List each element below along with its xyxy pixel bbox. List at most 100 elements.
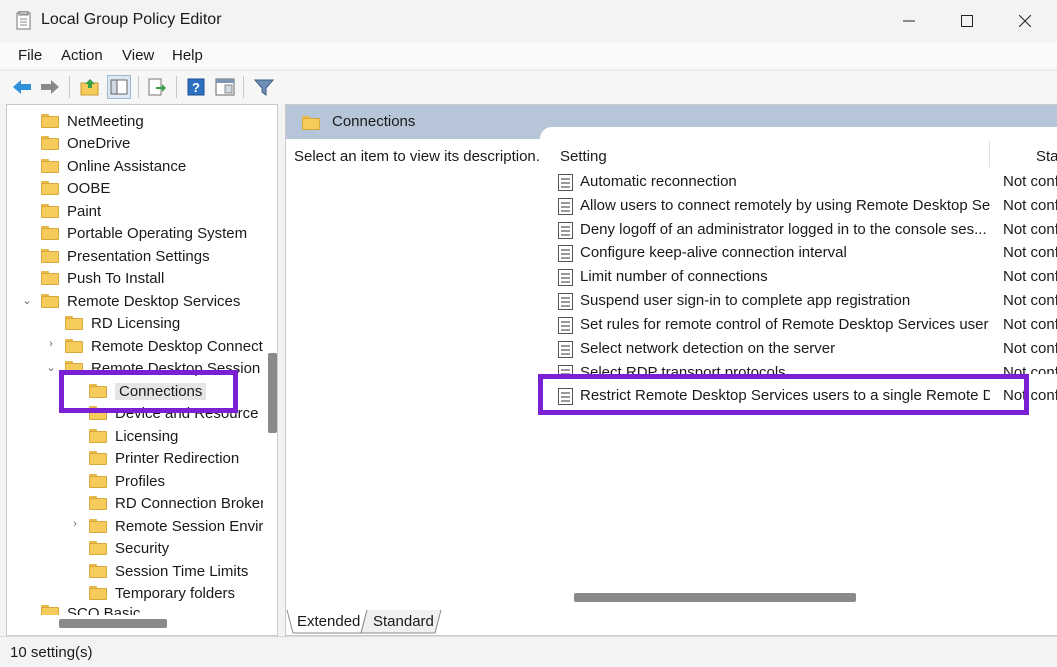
tree-item[interactable]: Licensing [89,425,178,447]
tree-item-label: Online Assistance [67,157,187,175]
toolbar-separator [69,76,70,98]
tree-item-label: Remote Desktop Services [67,292,241,310]
policy-setting-icon [558,245,573,262]
policy-row[interactable]: Select network detection on the server No… [556,338,1057,360]
tree-item[interactable]: RD Connection Broker [89,492,265,514]
policy-setting-name: Allow users to connect remotely by using… [580,197,990,214]
tree-item[interactable]: Portable Operating System [41,222,247,244]
folder-icon [89,541,107,555]
menu-help[interactable]: Help [172,47,203,64]
chevron-down-icon[interactable]: ⌄ [45,361,57,374]
description-text: Select an item to view its description. [294,148,540,165]
tree-item[interactable]: Paint [41,200,101,222]
policy-state: Not configured [1003,268,1057,285]
tree-item[interactable]: Remote Desktop Connect [65,335,263,357]
forward-button[interactable] [38,75,62,99]
tree-item[interactable]: NetMeeting [41,110,144,132]
export-list-button[interactable] [145,75,169,99]
tree-item[interactable]: Security [89,537,169,559]
policy-setting-icon [558,174,573,191]
show-hide-tree-button[interactable] [107,75,131,99]
tree-item-remote-desktop-services[interactable]: Remote Desktop Services [41,290,240,312]
tree-horizontal-scroll-thumb[interactable] [59,619,167,628]
policy-row[interactable]: Deny logoff of an administrator logged i… [556,219,1057,241]
filter-icon [254,79,274,96]
policy-row[interactable]: Select RDP transport protocols Not config… [556,362,1057,374]
tree-vertical-scroll-thumb[interactable] [268,353,277,433]
up-one-level-button[interactable] [78,75,102,99]
folder-icon [41,226,59,240]
filter-button[interactable] [252,75,276,99]
policy-row[interactable]: Limit number of connections Not configure… [556,266,1057,288]
back-button[interactable] [10,75,34,99]
folder-icon [89,586,107,600]
tree-item[interactable]: Remote Session Enviro [89,515,272,537]
details-horizontal-scroll-thumb[interactable] [574,593,856,602]
minimize-button[interactable] [880,0,938,42]
policy-row[interactable]: Suspend user sign-in to complete app reg… [556,290,1057,312]
toolbar-separator [176,76,177,98]
status-text: 10 setting(s) [10,644,93,661]
maximize-icon [961,15,973,27]
view-tabs: Extended Standard [285,610,1057,634]
tree-item[interactable]: RD Licensing [65,312,180,334]
help-icon: ? [187,78,205,96]
tree-item[interactable]: Session Time Limits [89,560,248,582]
tree-item[interactable]: OneDrive [41,132,130,154]
chevron-down-icon[interactable]: ⌄ [21,294,33,307]
policy-row[interactable]: Automatic reconnection Not configured [556,171,1057,193]
tree-item-label: RD Licensing [91,314,181,332]
show-hide-tree-icon [110,79,128,95]
menu-view[interactable]: View [122,47,154,64]
policy-state: Not configured [1003,244,1057,261]
chevron-right-icon[interactable]: › [45,338,57,350]
policy-setting-icon [558,222,573,239]
column-header-setting[interactable]: Setting [560,148,607,165]
close-icon [1019,15,1031,27]
tree-item[interactable]: Presentation Settings [41,245,210,267]
folder-icon [41,204,59,218]
toolbar: ? [0,70,1057,103]
folder-icon [65,316,83,330]
details-header-title: Connections [332,113,416,130]
folder-icon [89,429,107,443]
tree-item[interactable]: Profiles [89,470,165,492]
policy-row[interactable]: Set rules for remote control of Remote D… [556,314,1057,336]
tree-item[interactable]: Temporary folders [89,582,235,604]
tree-item-label: Remote Desktop Connect [91,337,263,355]
tree-item-label: Session Time Limits [115,562,249,580]
back-arrow-icon [13,80,31,94]
tree-item[interactable]: Printer Redirection [89,447,239,469]
tree-item[interactable]: Online Assistance [41,155,186,177]
tree-item-label: Temporary folders [115,584,236,602]
folder-icon [65,339,83,353]
policy-state: Not configured [1003,197,1057,214]
maximize-button[interactable] [938,0,996,42]
tab-standard[interactable]: Standard [373,610,434,633]
forward-arrow-icon [41,80,59,94]
menu-action[interactable]: Action [61,47,103,64]
folder-icon [89,519,107,533]
policy-editor-app-icon [16,11,31,30]
menu-file[interactable]: File [18,47,42,64]
tab-extended[interactable]: Extended [297,610,360,633]
policy-row[interactable]: Allow users to connect remotely by using… [556,195,1057,217]
column-divider[interactable] [989,141,990,167]
help-button[interactable]: ? [184,75,208,99]
policy-setting-name: Suspend user sign-in to complete app reg… [580,292,911,309]
tree-item-label: Remote Session Enviro [115,517,272,535]
column-header-state[interactable]: State [1036,148,1057,165]
tree-item[interactable]: OOBE [41,177,110,199]
chevron-right-icon[interactable]: › [69,518,81,530]
policy-setting-name: Select RDP transport protocols [580,364,786,374]
close-button[interactable] [996,0,1054,42]
policy-setting-icon [558,341,573,358]
tree-item[interactable]: Push To Install [41,267,164,289]
policy-row[interactable]: Configure keep-alive connection interval… [556,242,1057,264]
folder-icon [89,496,107,510]
tree-item-label: Security [115,539,170,557]
folder-icon [89,451,107,465]
policy-state: Not configured [1003,221,1057,238]
properties-button[interactable] [213,75,237,99]
policy-setting-name: Deny logoff of an administrator logged i… [580,221,987,238]
